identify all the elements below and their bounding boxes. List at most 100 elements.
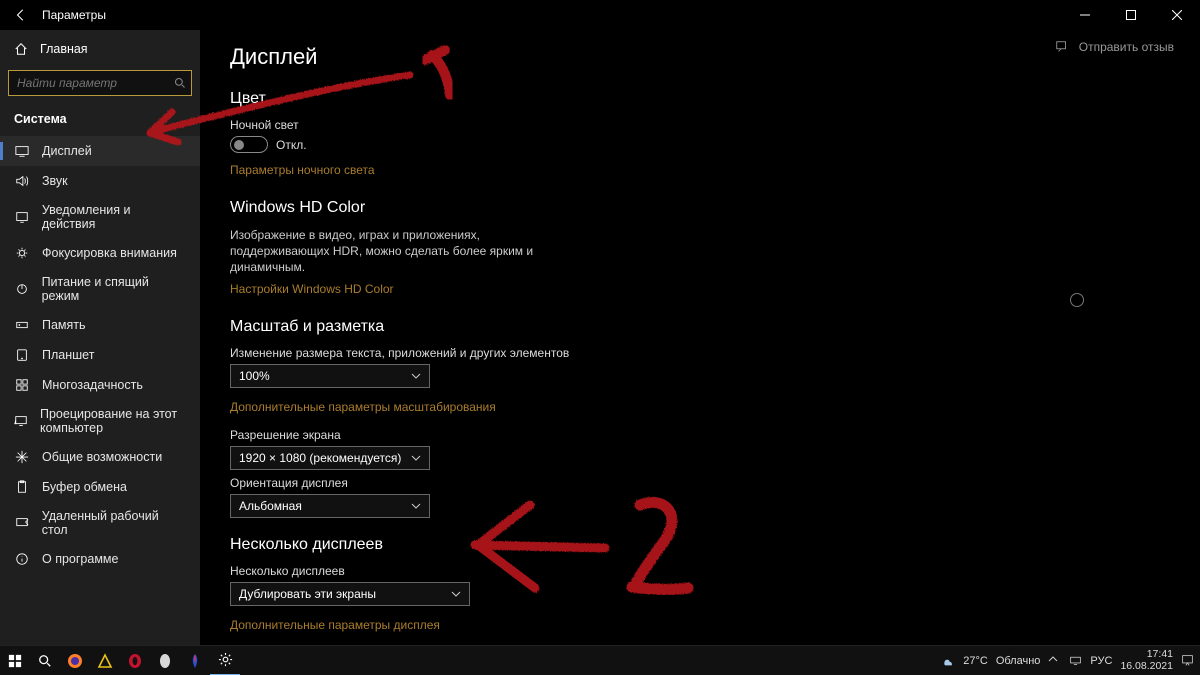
taskbar-app-firefox[interactable] [60,646,90,675]
hd-settings-link[interactable]: Настройки Windows HD Color [230,282,394,296]
language-indicator[interactable]: РУС [1090,655,1112,667]
back-button[interactable] [14,8,28,22]
section-hd-heading: Windows HD Color [230,199,1170,217]
sidebar-item-label: Буфер обмена [42,480,127,494]
taskbar-app-grey[interactable] [150,646,180,675]
night-light-toggle[interactable] [230,136,268,153]
orientation-select-value: Альбомная [239,499,302,513]
section-color-heading: Цвет [230,90,1170,108]
sidebar-item-tablet[interactable]: Планшет [0,340,200,370]
night-light-state: Откл. [276,138,307,152]
sidebar-item-clipboard[interactable]: Буфер обмена [0,472,200,502]
hd-description: Изображение в видео, играх и приложениях… [230,227,570,276]
taskbar-app-yellow[interactable] [90,646,120,675]
shared-icon [14,449,30,465]
orientation-select[interactable]: Альбомная [230,494,430,518]
help-indicator [1070,293,1084,307]
sidebar-item-label: Дисплей [42,144,92,158]
minimize-button[interactable] [1062,0,1108,30]
advanced-display-link[interactable]: Дополнительные параметры дисплея [230,618,440,632]
sidebar-item-label: Питание и спящий режим [42,275,186,303]
scale-select[interactable]: 100% [230,364,430,388]
clipboard-icon [14,479,30,495]
taskbar: 27°C Облачно РУС 17:41 16.08.2021 [0,645,1200,675]
night-light-label: Ночной свет [230,118,1170,132]
clock-time: 17:41 [1147,649,1173,660]
advanced-scaling-link[interactable]: Дополнительные параметры масштабирования [230,400,496,414]
sidebar-item-label: Многозадачность [42,378,143,392]
focus-icon [14,245,30,261]
home-label: Главная [40,42,88,56]
about-icon [14,551,30,567]
scale-select-value: 100% [239,369,270,383]
clock[interactable]: 17:41 16.08.2021 [1120,649,1173,671]
chevron-down-icon [411,453,421,463]
sound-icon [14,173,30,189]
titlebar: Параметры [0,0,1200,30]
night-light-settings-link[interactable]: Параметры ночного света [230,163,375,177]
sidebar-item-label: Проецирование на этот компьютер [40,407,186,435]
feedback-link[interactable]: Отправить отзыв [1055,40,1174,54]
sidebar-item-label: Уведомления и действия [42,203,186,231]
orientation-label: Ориентация дисплея [230,476,1170,490]
weather-text[interactable]: Облачно [996,655,1041,667]
feedback-icon [1055,40,1069,54]
sidebar: Главная Система Дисплей Звук Уведомления… [0,30,200,645]
section-multi-heading: Несколько дисплеев [230,536,1170,554]
sidebar-item-focus[interactable]: Фокусировка внимания [0,238,200,268]
taskbar-app-opera[interactable] [120,646,150,675]
multi-display-select[interactable]: Дублировать эти экраны [230,582,470,606]
home-link[interactable]: Главная [0,34,200,64]
chevron-down-icon [451,589,461,599]
home-icon [14,42,28,56]
chevron-down-icon [411,371,421,381]
sidebar-item-remote[interactable]: Удаленный рабочий стол [0,502,200,544]
taskbar-search[interactable] [30,646,60,675]
sidebar-item-projecting[interactable]: Проецирование на этот компьютер [0,400,200,442]
sidebar-item-notifications[interactable]: Уведомления и действия [0,196,200,238]
resolution-label: Разрешение экрана [230,428,1170,442]
taskbar-app-paint[interactable] [180,646,210,675]
sidebar-item-label: Удаленный рабочий стол [42,509,186,537]
close-button[interactable] [1154,0,1200,30]
weather-temp[interactable]: 27°C [963,655,988,667]
sidebar-item-label: Звук [42,174,68,188]
notification-icon [14,209,30,225]
sidebar-item-label: Память [42,318,86,332]
sidebar-item-shared[interactable]: Общие возможности [0,442,200,472]
sidebar-item-about[interactable]: О программе [0,544,200,574]
sidebar-item-power[interactable]: Питание и спящий режим [0,268,200,310]
maximize-button[interactable] [1108,0,1154,30]
weather-icon [941,654,955,668]
project-icon [14,413,28,429]
multi-label: Несколько дисплеев [230,564,1170,578]
chevron-down-icon [411,501,421,511]
sidebar-section-label: Система [0,106,200,136]
search-icon [174,77,186,89]
taskbar-app-settings[interactable] [210,646,240,675]
multi-display-value: Дублировать эти экраны [239,587,376,601]
tray-chevron-up-icon[interactable] [1048,654,1061,667]
search-input[interactable] [17,76,174,90]
sidebar-nav: Дисплей Звук Уведомления и действия Фоку… [0,136,200,574]
tablet-icon [14,347,30,363]
action-center-icon[interactable] [1181,654,1194,667]
resolution-select[interactable]: 1920 × 1080 (рекомендуется) [230,446,430,470]
sidebar-item-multitask[interactable]: Многозадачность [0,370,200,400]
sidebar-item-sound[interactable]: Звук [0,166,200,196]
storage-icon [14,317,30,333]
sidebar-item-storage[interactable]: Память [0,310,200,340]
start-button[interactable] [0,646,30,675]
section-scale-heading: Масштаб и разметка [230,318,1170,336]
page-title: Дисплей [230,44,1170,70]
sidebar-item-label: О программе [42,552,118,566]
power-icon [14,281,30,297]
search-input-container[interactable] [8,70,192,96]
tray-network-icon[interactable] [1069,654,1082,667]
scale-size-label: Изменение размера текста, приложений и д… [230,346,1170,360]
multitask-icon [14,377,30,393]
remote-icon [14,515,30,531]
sidebar-item-display[interactable]: Дисплей [0,136,200,166]
clock-date: 16.08.2021 [1120,661,1173,672]
feedback-label: Отправить отзыв [1079,40,1174,54]
